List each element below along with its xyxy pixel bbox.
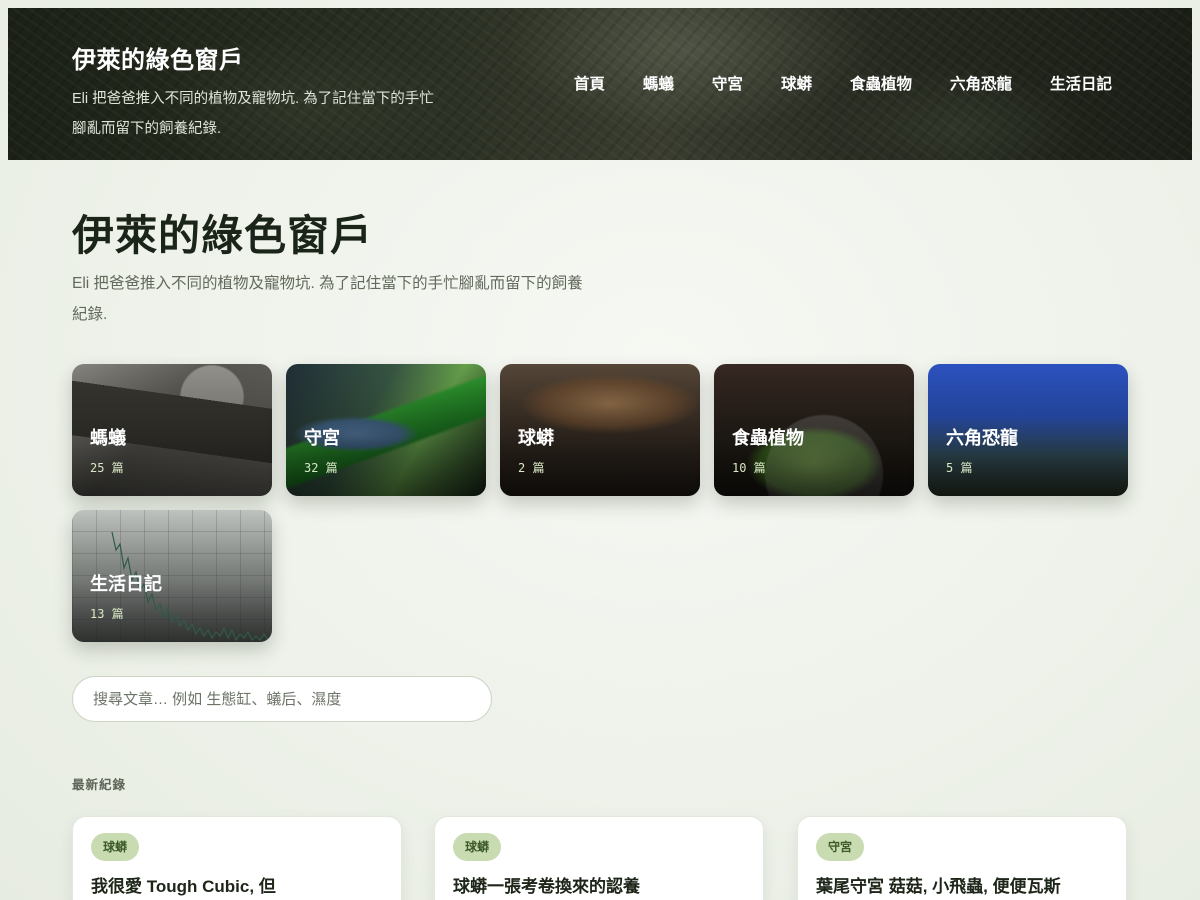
main-nav: 首頁 螞蟻 守宮 球蟒 食蟲植物 六角恐龍 生活日記 bbox=[574, 72, 1112, 94]
site-header: 伊萊的綠色窗戶 Eli 把爸爸推入不同的植物及寵物坑. 為了記住當下的手忙腳亂而… bbox=[8, 8, 1192, 160]
nav-item-carnivorous-plants[interactable]: 食蟲植物 bbox=[850, 72, 912, 94]
post-tag[interactable]: 球蟒 bbox=[91, 833, 140, 861]
post-title[interactable]: 球蟒一張考卷換來的認養 bbox=[453, 873, 743, 900]
site-description: Eli 把爸爸推入不同的植物及寵物坑. 為了記住當下的手忙腳亂而留下的飼養紀錄. bbox=[72, 91, 434, 137]
post-card[interactable]: 球蟒 球蟒一張考卷換來的認養 bbox=[434, 816, 764, 900]
category-name: 螞蟻 bbox=[90, 428, 126, 448]
category-name: 食蟲植物 bbox=[732, 428, 804, 448]
post-tag[interactable]: 守宮 bbox=[816, 833, 865, 861]
post-title[interactable]: 我很愛 Tough Cubic, 但 bbox=[91, 873, 381, 900]
category-name: 六角恐龍 bbox=[946, 428, 1018, 448]
category-count: 10 篇 bbox=[732, 461, 766, 475]
nav-item-axolotl[interactable]: 六角恐龍 bbox=[950, 72, 1012, 94]
category-card-carnivorous-plants[interactable]: 食蟲植物 10 篇 bbox=[714, 364, 914, 496]
site-title[interactable]: 伊萊的綠色窗戶 bbox=[72, 40, 244, 75]
category-card-ball-python[interactable]: 球蟒 2 篇 bbox=[500, 364, 700, 496]
page-description: Eli 把爸爸推入不同的植物及寵物坑. 為了記住當下的手忙腳亂而留下的飼養紀錄. bbox=[72, 275, 583, 323]
post-title[interactable]: 葉尾守宮 菇菇, 小飛蟲, 便便瓦斯 bbox=[816, 873, 1106, 900]
search-input[interactable] bbox=[72, 676, 492, 722]
category-count: 25 篇 bbox=[90, 461, 124, 475]
category-card-ants[interactable]: 螞蟻 25 篇 bbox=[72, 364, 272, 496]
nav-item-ants[interactable]: 螞蟻 bbox=[643, 72, 674, 94]
section-label-latest: 最新紀錄 bbox=[72, 778, 127, 792]
category-count: 13 篇 bbox=[90, 607, 124, 621]
category-card-axolotl[interactable]: 六角恐龍 5 篇 bbox=[928, 364, 1128, 496]
nav-item-gecko[interactable]: 守宮 bbox=[712, 72, 743, 94]
category-name: 守宮 bbox=[304, 428, 340, 448]
nav-item-life-diary[interactable]: 生活日記 bbox=[1050, 72, 1112, 94]
nav-item-ball-python[interactable]: 球蟒 bbox=[781, 72, 812, 94]
category-count: 32 篇 bbox=[304, 461, 338, 475]
category-name: 生活日記 bbox=[90, 574, 162, 594]
category-card-life-diary[interactable]: 生活日記 13 篇 bbox=[72, 510, 272, 642]
post-tag[interactable]: 球蟒 bbox=[453, 833, 502, 861]
category-card-gecko[interactable]: 守宮 32 篇 bbox=[286, 364, 486, 496]
nav-item-home[interactable]: 首頁 bbox=[574, 72, 605, 94]
category-count: 5 篇 bbox=[946, 461, 973, 475]
post-card[interactable]: 球蟒 我很愛 Tough Cubic, 但 bbox=[72, 816, 402, 900]
page-title: 伊萊的綠色窗戶 bbox=[72, 212, 374, 259]
category-name: 球蟒 bbox=[518, 428, 554, 448]
category-count: 2 篇 bbox=[518, 461, 545, 475]
post-card[interactable]: 守宮 葉尾守宮 菇菇, 小飛蟲, 便便瓦斯 bbox=[797, 816, 1127, 900]
